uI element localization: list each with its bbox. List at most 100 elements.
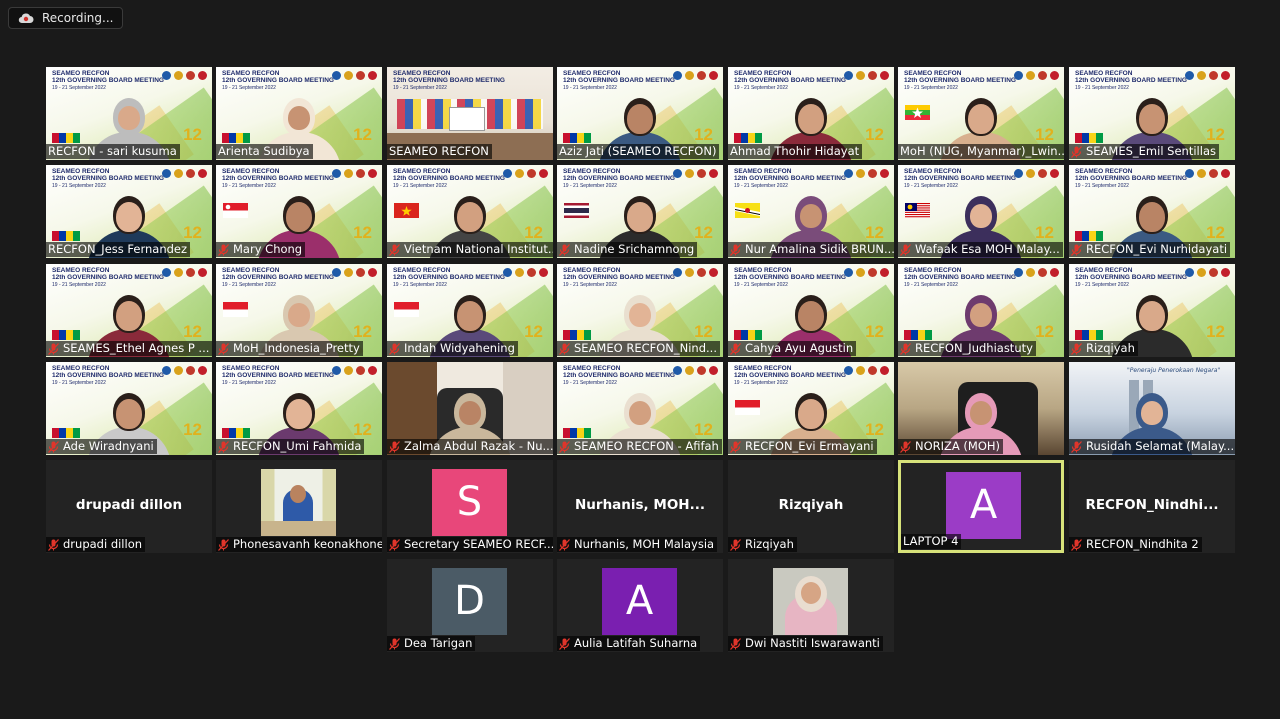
banner-badge: 12 bbox=[183, 223, 202, 242]
participant-name-label: drupadi dillon bbox=[46, 537, 146, 552]
banner-title: SEAMEO RECFON 12th GOVERNING BOARD MEETIN… bbox=[563, 70, 675, 91]
banner-logos-icon bbox=[673, 71, 718, 80]
participant-tile[interactable]: SEAMEO RECFON 12th GOVERNING BOARD MEETIN… bbox=[728, 67, 894, 160]
muted-mic-icon bbox=[389, 637, 400, 650]
participant-name-label: Nadine Srichamnong bbox=[557, 242, 698, 257]
banner-title: SEAMEO RECFON 12th GOVERNING BOARD MEETIN… bbox=[222, 267, 334, 288]
banner-logos-icon bbox=[673, 169, 718, 178]
banner-logos-icon bbox=[1185, 169, 1230, 178]
participant-tile[interactable]: SEAMEO RECFON 12th GOVERNING BOARD MEETIN… bbox=[216, 67, 382, 160]
muted-mic-icon bbox=[730, 538, 741, 551]
participant-tile[interactable]: SEAMEO RECFON 12th GOVERNING BOARD MEETIN… bbox=[46, 67, 212, 160]
participant-display-name: Rizqiyah bbox=[778, 497, 844, 513]
participant-tile[interactable]: SEAMEO RECFON 12th GOVERNING BOARD MEETIN… bbox=[557, 362, 723, 455]
participant-tile[interactable]: SEAMEO RECFON 12th GOVERNING BOARD MEETIN… bbox=[46, 165, 212, 258]
participant-name-label: Dea Tarigan bbox=[387, 636, 476, 651]
banner-logos-icon bbox=[673, 366, 718, 375]
participant-tile[interactable]: D Dea Tarigan bbox=[387, 559, 553, 652]
participant-tile[interactable]: SEAMEO RECFON 12th GOVERNING BOARD MEETIN… bbox=[898, 165, 1064, 258]
participant-tile[interactable]: SEAMEO RECFON 12th GOVERNING BOARD MEETIN… bbox=[557, 264, 723, 357]
participant-tile[interactable]: S Secretary SEAMEO RECF... bbox=[387, 460, 553, 553]
banner-badge: 12 bbox=[353, 223, 372, 242]
participant-name-label: Secretary SEAMEO RECF... bbox=[387, 537, 553, 552]
participant-tile[interactable]: Rizqiyah Rizqiyah bbox=[728, 460, 894, 553]
participant-tile[interactable]: A LAPTOP 4 bbox=[898, 460, 1064, 553]
participant-tile[interactable]: A Aulia Latifah Suharna bbox=[557, 559, 723, 652]
participant-tile[interactable]: RECFON_Nindhi... RECFON_Nindhita 2 bbox=[1069, 460, 1235, 553]
participant-tile[interactable]: SEAMEO RECFON 12th GOVERNING BOARD MEETIN… bbox=[387, 264, 553, 357]
muted-mic-icon bbox=[389, 538, 400, 551]
avatar: S bbox=[432, 469, 507, 536]
banner-title: SEAMEO RECFON 12th GOVERNING BOARD MEETIN… bbox=[52, 365, 164, 386]
banner-title: SEAMEO RECFON 12th GOVERNING BOARD MEETIN… bbox=[393, 168, 505, 189]
banner-title: SEAMEO RECFON 12th GOVERNING BOARD MEETIN… bbox=[393, 70, 505, 91]
banner-logos-icon bbox=[332, 366, 377, 375]
country-flag-icon bbox=[735, 203, 760, 218]
muted-mic-icon bbox=[1071, 440, 1082, 453]
muted-mic-icon bbox=[218, 440, 229, 453]
participant-tile[interactable]: Zalma Abdul Razak - Nu... bbox=[387, 362, 553, 455]
banner-logos-icon bbox=[1185, 71, 1230, 80]
banner-title: SEAMEO RECFON 12th GOVERNING BOARD MEETIN… bbox=[1075, 168, 1187, 189]
participant-tile[interactable]: SEAMEO RECFON 12th GOVERNING BOARD MEETIN… bbox=[557, 165, 723, 258]
banner-title: SEAMEO RECFON 12th GOVERNING BOARD MEETIN… bbox=[734, 168, 846, 189]
muted-mic-icon bbox=[559, 440, 570, 453]
muted-mic-icon bbox=[218, 538, 229, 551]
participant-tile[interactable]: Dwi Nastiti Iswarawanti bbox=[728, 559, 894, 652]
banner-logos-icon bbox=[844, 268, 889, 277]
participant-tile[interactable]: drupadi dillon drupadi dillon bbox=[46, 460, 212, 553]
participant-tile[interactable]: SEAMEO RECFON 12th GOVERNING BOARD MEETIN… bbox=[46, 264, 212, 357]
participant-tile[interactable]: Nurhanis, MOH... Nurhanis, MOH Malaysia bbox=[557, 460, 723, 553]
banner-badge: 12 bbox=[183, 322, 202, 341]
participant-tile[interactable]: SEAMEO RECFON 12th GOVERNING BOARD MEETIN… bbox=[1069, 264, 1235, 357]
participant-name-label: Aulia Latifah Suharna bbox=[557, 636, 701, 651]
participant-name-label: Aziz Jati (SEAMEO RECFON) bbox=[557, 144, 720, 159]
banner-logos-icon bbox=[673, 268, 718, 277]
participant-tile[interactable]: SEAMEO RECFON 12th GOVERNING BOARD MEETIN… bbox=[728, 165, 894, 258]
gallery-grid: SEAMEO RECFON 12th GOVERNING BOARD MEETIN… bbox=[0, 0, 1280, 719]
banner-badge: 12 bbox=[1035, 125, 1054, 144]
country-flag-icon bbox=[394, 302, 419, 317]
banner-badge: 12 bbox=[1035, 322, 1054, 341]
asean-flags-icon bbox=[1075, 133, 1103, 143]
participant-tile[interactable]: SEAMEO RECFON 12th GOVERNING BOARD MEETIN… bbox=[387, 67, 553, 160]
banner-logos-icon bbox=[162, 268, 207, 277]
asean-flags-icon bbox=[563, 428, 591, 438]
banner-logos-icon bbox=[162, 169, 207, 178]
banner-title: SEAMEO RECFON 12th GOVERNING BOARD MEETIN… bbox=[52, 267, 164, 288]
participant-name-label: RECFON_Evi Nurhidayati bbox=[1069, 242, 1231, 257]
country-flag-icon bbox=[564, 203, 589, 218]
participant-tile[interactable]: SEAMEO RECFON 12th GOVERNING BOARD MEETIN… bbox=[728, 264, 894, 357]
participant-tile[interactable]: SEAMEO RECFON 12th GOVERNING BOARD MEETIN… bbox=[216, 165, 382, 258]
country-flag-icon bbox=[394, 203, 419, 218]
participant-tile[interactable]: "Peneraju Penerokaan Negara" Rusidah Sel… bbox=[1069, 362, 1235, 455]
banner-badge: 12 bbox=[524, 223, 543, 242]
banner-title: SEAMEO RECFON 12th GOVERNING BOARD MEETIN… bbox=[222, 70, 334, 91]
participant-tile[interactable]: Phonesavanh keonakhone bbox=[216, 460, 382, 553]
participant-tile[interactable]: SEAMEO RECFON 12th GOVERNING BOARD MEETIN… bbox=[1069, 67, 1235, 160]
participant-name-label: Dwi Nastiti Iswarawanti bbox=[728, 636, 883, 651]
asean-flags-icon bbox=[734, 330, 762, 340]
banner-title: SEAMEO RECFON 12th GOVERNING BOARD MEETIN… bbox=[563, 267, 675, 288]
participant-tile[interactable]: SEAMEO RECFON 12th GOVERNING BOARD MEETIN… bbox=[46, 362, 212, 455]
banner-badge: 12 bbox=[1206, 125, 1225, 144]
participant-tile[interactable]: SEAMEO RECFON 12th GOVERNING BOARD MEETIN… bbox=[216, 264, 382, 357]
participant-tile[interactable]: SEAMEO RECFON 12th GOVERNING BOARD MEETIN… bbox=[728, 362, 894, 455]
participant-tile[interactable]: SEAMEO RECFON 12th GOVERNING BOARD MEETIN… bbox=[1069, 165, 1235, 258]
participant-display-name: drupadi dillon bbox=[75, 497, 183, 513]
participant-tile[interactable]: SEAMEO RECFON 12th GOVERNING BOARD MEETIN… bbox=[898, 67, 1064, 160]
participant-name-label: Ahmad Thohir Hidayat bbox=[728, 144, 863, 159]
banner-badge: 12 bbox=[865, 420, 884, 439]
participant-tile[interactable]: SEAMEO RECFON 12th GOVERNING BOARD MEETIN… bbox=[387, 165, 553, 258]
participant-tile[interactable]: SEAMEO RECFON 12th GOVERNING BOARD MEETIN… bbox=[557, 67, 723, 160]
avatar: A bbox=[602, 568, 677, 635]
participant-tile[interactable]: NORIZA (MOH) bbox=[898, 362, 1064, 455]
participant-tile[interactable]: SEAMEO RECFON 12th GOVERNING BOARD MEETIN… bbox=[216, 362, 382, 455]
muted-mic-icon bbox=[900, 243, 911, 256]
muted-mic-icon bbox=[1071, 145, 1082, 158]
muted-mic-icon bbox=[218, 342, 229, 355]
participant-name-label: Vietnam National Institut... bbox=[387, 242, 553, 257]
banner-logos-icon bbox=[1014, 71, 1059, 80]
participant-tile[interactable]: SEAMEO RECFON 12th GOVERNING BOARD MEETIN… bbox=[898, 264, 1064, 357]
banner-badge: 12 bbox=[183, 125, 202, 144]
